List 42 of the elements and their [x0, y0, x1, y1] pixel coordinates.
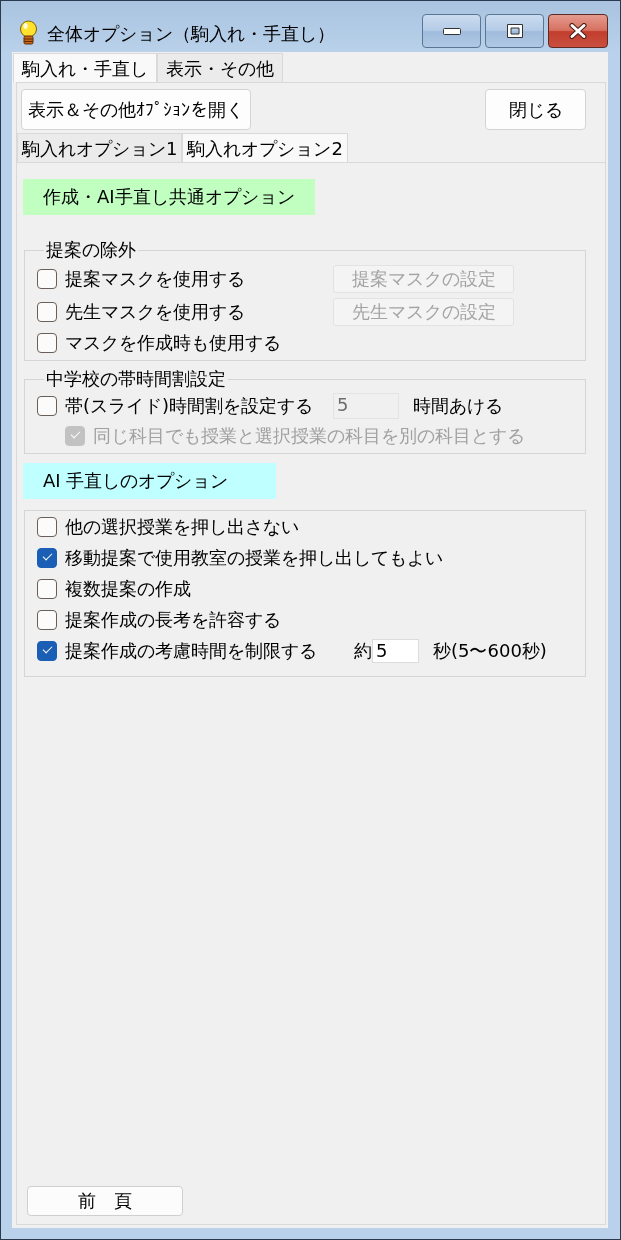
maximize-icon	[506, 24, 523, 38]
checkbox-label: 移動提案で使用教室の授業を押し出してもよい	[65, 546, 443, 569]
open-options-button[interactable]: 表示＆その他ｵﾌﾟｼｮﾝを開く	[21, 89, 251, 130]
window-title: 全体オプション（駒入れ・手直し）	[47, 23, 335, 46]
minimize-icon	[442, 27, 461, 35]
checkbox[interactable]	[37, 609, 57, 630]
number-field[interactable]: 5	[372, 638, 419, 663]
checkbox[interactable]	[37, 333, 57, 353]
previous-page-button[interactable]: 前 頁	[27, 1186, 183, 1216]
checkbox-label: 他の選択授業を押し出さない	[65, 515, 299, 538]
checkbox[interactable]	[37, 516, 57, 537]
close-icon	[569, 23, 587, 39]
checkbox-label: 帯(スライド)時間割を設定する	[65, 395, 315, 417]
checkbox[interactable]	[37, 578, 57, 599]
close-button[interactable]	[548, 14, 608, 48]
checkbox-label: マスクを作成時も使用する	[65, 332, 281, 354]
checkbox[interactable]	[37, 301, 57, 322]
light-bulb-icon	[17, 20, 40, 45]
checkbox-label: 先生マスクを使用する	[65, 300, 246, 323]
tab[interactable]: 駒入れオプション2	[182, 133, 348, 162]
checkbox-label: 同じ科目でも授業と選択授業の科目を別の科目とする	[93, 425, 525, 447]
maximize-button[interactable]	[485, 14, 544, 48]
checkbox-label: 提案マスクを使用する	[65, 267, 246, 290]
unit-label: 秒(5〜600秒)	[433, 638, 547, 663]
checkbox-label: 複数提案の作成	[65, 577, 191, 600]
section-heading: AI 手直しのオプション	[23, 463, 276, 499]
group-title: 提案の除外	[45, 240, 137, 260]
checkbox[interactable]	[37, 547, 57, 568]
minimize-button[interactable]	[422, 14, 481, 48]
tab[interactable]: 駒入れ・手直し	[13, 53, 157, 82]
tab[interactable]: 駒入れオプション1	[17, 133, 183, 162]
close-dialog-button[interactable]: 閉じる	[485, 89, 586, 130]
checkbox[interactable]	[37, 396, 57, 416]
checkbox-label: 提案作成の考慮時間を制限する	[65, 639, 318, 662]
checkbox[interactable]	[37, 640, 57, 661]
checkbox-label: 提案作成の長考を許容する	[65, 608, 281, 631]
field-prefix-label: 約	[354, 638, 372, 663]
group-title: 中学校の帯時間割設定	[45, 369, 227, 389]
section-heading: 作成・AI手直し共通オプション	[23, 179, 315, 215]
unit-label: 時間あける	[413, 394, 503, 418]
tab[interactable]: 表示・その他	[157, 53, 283, 82]
checkbox[interactable]	[37, 268, 57, 289]
